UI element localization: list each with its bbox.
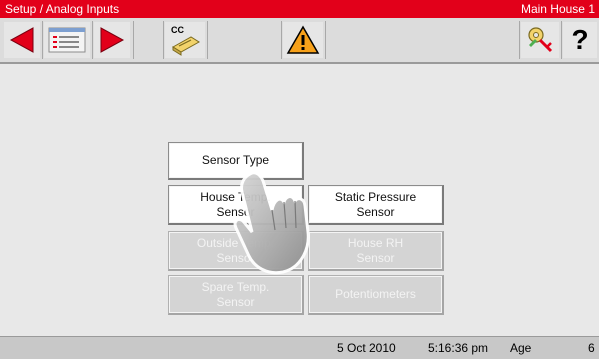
alarm-button[interactable]	[283, 22, 323, 58]
house-name: Main House 1	[520, 2, 595, 16]
triangle-right-icon	[100, 27, 125, 53]
status-time: 5:16:36 pm	[428, 341, 489, 355]
toolbar: CC ?	[0, 18, 599, 64]
menu-list-icon	[48, 27, 86, 53]
warning-icon	[286, 25, 320, 54]
menu-button[interactable]	[44, 22, 90, 58]
status-bar: 5 Oct 2010 5:16:36 pm Age 6	[0, 336, 599, 359]
age-value: 6	[588, 341, 595, 355]
sensor-type-label: Sensor Type	[201, 153, 270, 167]
house-rh-sensor-button[interactable]: House RH Sensor	[308, 231, 444, 271]
status-date: 5 Oct 2010	[337, 341, 396, 355]
house-rh-sensor-label: House RH Sensor	[347, 235, 404, 265]
help-icon: ?	[571, 24, 589, 55]
static-pressure-sensor-button[interactable]: Static Pressure Sensor	[308, 185, 444, 225]
help-button[interactable]: ?	[563, 22, 597, 58]
key-icon	[528, 27, 553, 53]
forward-button[interactable]	[94, 22, 130, 58]
spare-temp-sensor-button[interactable]: Spare Temp. Sensor	[168, 275, 304, 315]
age-label: Age	[510, 341, 532, 355]
potentiometers-label: Potentiometers	[335, 287, 416, 301]
cc-label: CC	[171, 25, 184, 35]
spare-temp-sensor-label: Spare Temp. Sensor	[201, 279, 270, 309]
access-key-button[interactable]	[521, 22, 559, 58]
triangle-left-icon	[9, 27, 34, 53]
title-bar: Setup / Analog Inputs Main House 1	[0, 0, 599, 18]
static-pressure-sensor-label: Static Pressure Sensor	[334, 189, 417, 219]
back-button[interactable]	[4, 22, 40, 58]
potentiometers-button[interactable]: Potentiometers	[308, 275, 444, 315]
controller-screen: Setup / Analog Inputs Main House 1 CC ? …	[0, 0, 599, 359]
cc-button[interactable]: CC	[165, 22, 205, 58]
cc-card-icon: CC	[171, 25, 200, 56]
pointing-hand-icon	[233, 171, 310, 275]
screen-title: Setup / Analog Inputs	[5, 2, 120, 16]
